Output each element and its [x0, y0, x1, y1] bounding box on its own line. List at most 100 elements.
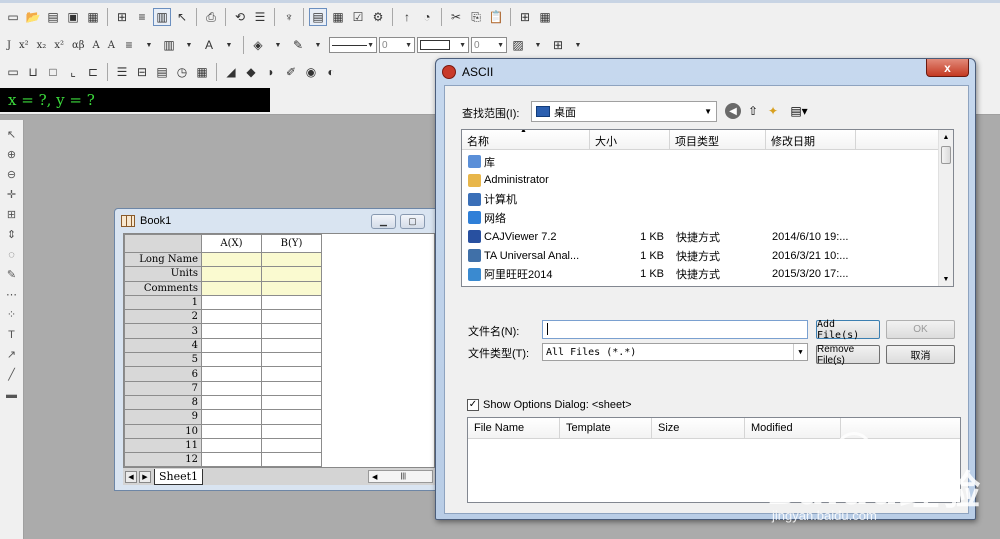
new-project-icon[interactable]: ▭ — [4, 8, 22, 26]
table-icon[interactable]: ▤ — [153, 63, 171, 81]
line-style-combo[interactable]: ▼ — [329, 37, 377, 53]
row-number[interactable]: 12 — [124, 452, 202, 468]
cell-b[interactable] — [261, 352, 322, 368]
cell-b-comments[interactable] — [261, 280, 322, 296]
cell-a[interactable] — [201, 423, 262, 439]
tab-next-button[interactable]: ▶ — [139, 470, 151, 483]
line-width-combo[interactable]: 0 ▼ — [379, 37, 415, 53]
dialog-titlebar[interactable]: ASCII — [442, 65, 493, 79]
shape-icon[interactable]: ◆ — [242, 63, 260, 81]
cell-b[interactable] — [261, 337, 322, 354]
frame-left-icon[interactable]: ⊏ — [84, 63, 102, 81]
paste-icon[interactable]: 📋 — [487, 8, 505, 26]
refresh-icon[interactable]: ⟲ — [231, 8, 249, 26]
row-number[interactable]: 10 — [124, 423, 202, 439]
line-tool-icon[interactable]: ╱ — [3, 366, 21, 383]
save-template-icon[interactable]: ▦ — [84, 8, 102, 26]
file-name-input[interactable] — [542, 320, 808, 339]
scatter-tool-icon[interactable]: ⁘ — [3, 306, 21, 323]
increase-font-button[interactable]: A — [90, 40, 103, 51]
save-icon[interactable]: ▣ — [64, 8, 82, 26]
row-number[interactable]: 11 — [124, 437, 202, 454]
chevron-down-icon[interactable]: ▼ — [569, 36, 587, 54]
cell-a[interactable] — [201, 409, 262, 425]
lines-icon[interactable]: ☰ — [113, 63, 131, 81]
clock-icon[interactable]: ◷ — [173, 63, 191, 81]
sel-column-filename[interactable]: File Name — [468, 418, 560, 438]
rectangle-tool-icon[interactable]: ▬ — [3, 386, 21, 403]
fill-color-icon[interactable]: ◈ — [249, 36, 267, 54]
cell-a[interactable] — [201, 394, 262, 411]
align-icon[interactable]: ≡ — [120, 36, 138, 54]
pie-icon[interactable]: ◔ — [418, 8, 436, 26]
grid-icon[interactable]: ▦ — [193, 63, 211, 81]
add-files-button[interactable]: Add File(s) — [816, 319, 880, 341]
copy-icon[interactable]: ⎘ — [467, 8, 485, 26]
cell-a[interactable] — [201, 366, 262, 382]
checkmark-icon[interactable]: ✓ — [467, 399, 479, 411]
remove-files-button[interactable]: Remove File(s) — [816, 344, 880, 366]
file-list-item[interactable]: 网络 — [462, 208, 940, 227]
zoom-out-icon[interactable]: ⊖ — [3, 166, 21, 183]
frame-icon[interactable]: ▭ — [4, 63, 22, 81]
chevron-down-icon[interactable]: ▼ — [220, 36, 238, 54]
row-number[interactable]: 3 — [124, 323, 202, 339]
sel-column-size[interactable]: Size — [652, 418, 745, 438]
zoom-in-icon[interactable]: ⊕ — [3, 146, 21, 163]
grid-pattern-icon[interactable]: ⊞ — [549, 36, 567, 54]
import-multiple-ascii-icon[interactable]: ▥ — [153, 8, 171, 26]
mask-tool-icon[interactable]: ⋯ — [3, 286, 21, 303]
row-number[interactable]: 5 — [124, 352, 202, 368]
cell-b[interactable] — [261, 309, 322, 325]
row-number[interactable]: 8 — [124, 394, 202, 411]
scroll-left-icon[interactable]: ◀ — [372, 473, 377, 481]
code-builder-icon[interactable]: ☑ — [349, 8, 367, 26]
scroll-thumb[interactable]: ||| — [400, 473, 405, 480]
file-list-item[interactable]: 库 — [462, 152, 940, 171]
region-select-icon[interactable]: ◌ — [3, 246, 21, 263]
maximize-button[interactable]: ▢ — [400, 214, 425, 229]
cell-b-units[interactable] — [261, 266, 322, 282]
row-number[interactable]: 2 — [124, 309, 202, 325]
screen-reader-icon[interactable]: ✛ — [3, 186, 21, 203]
file-list-item[interactable]: 计算机 — [462, 190, 940, 209]
cell-b[interactable] — [261, 452, 322, 468]
scroll-thumb[interactable] — [941, 146, 951, 164]
cell-a[interactable] — [201, 309, 262, 325]
results-log-icon[interactable]: ▤ — [309, 8, 327, 26]
cancel-button[interactable]: 取消 — [886, 345, 955, 364]
horizontal-scrollbar[interactable]: ◀ ||| — [368, 470, 433, 483]
file-list-item[interactable]: CAJViewer 7.2 1 KB 快捷方式 2014/6/10 19:... — [462, 227, 940, 246]
cell-b[interactable] — [261, 423, 322, 439]
column-type-header[interactable]: 项目类型 — [670, 130, 766, 149]
cell-a[interactable] — [201, 437, 262, 454]
file-list-item[interactable]: TA Universal Anal... 1 KB 快捷方式 2016/3/21 10… — [462, 246, 940, 265]
underline-button[interactable]: J — [4, 40, 14, 51]
cell-b[interactable] — [261, 294, 322, 311]
cell-a[interactable] — [201, 452, 262, 468]
chevron-down-icon[interactable]: ▼ — [269, 36, 287, 54]
cell-a[interactable] — [201, 352, 262, 368]
minimize-button[interactable]: ▁ — [371, 214, 396, 229]
marker-icon[interactable]: ◢ — [222, 63, 240, 81]
subscript-button[interactable]: x₂ — [34, 40, 50, 51]
column-size-header[interactable]: 大小 — [590, 130, 670, 149]
font-color-icon[interactable]: A — [200, 36, 218, 54]
draw-data-icon[interactable]: ✎ — [3, 266, 21, 283]
cell-a[interactable] — [201, 323, 262, 339]
settings-icon[interactable]: ⚙ — [369, 8, 387, 26]
project-explorer-icon[interactable]: ♆ — [280, 8, 298, 26]
sheet-tab-sheet1[interactable]: Sheet1 — [154, 468, 204, 485]
cell-b[interactable] — [261, 394, 322, 411]
new-layer-icon[interactable]: ↑ — [398, 8, 416, 26]
view-menu-icon[interactable]: ▤▾ — [787, 103, 811, 119]
decrease-font-button[interactable]: A — [105, 40, 118, 51]
line-color-icon[interactable]: ✎ — [289, 36, 307, 54]
cell-b[interactable] — [261, 437, 322, 454]
cell-a-units[interactable] — [201, 266, 262, 282]
new-folder-icon[interactable]: ✦ — [765, 103, 781, 119]
frame-corner-icon[interactable]: ⌞ — [64, 63, 82, 81]
cell-a[interactable] — [201, 294, 262, 311]
row-number[interactable]: 6 — [124, 366, 202, 382]
open-folder-icon[interactable]: 📂 — [24, 8, 42, 26]
